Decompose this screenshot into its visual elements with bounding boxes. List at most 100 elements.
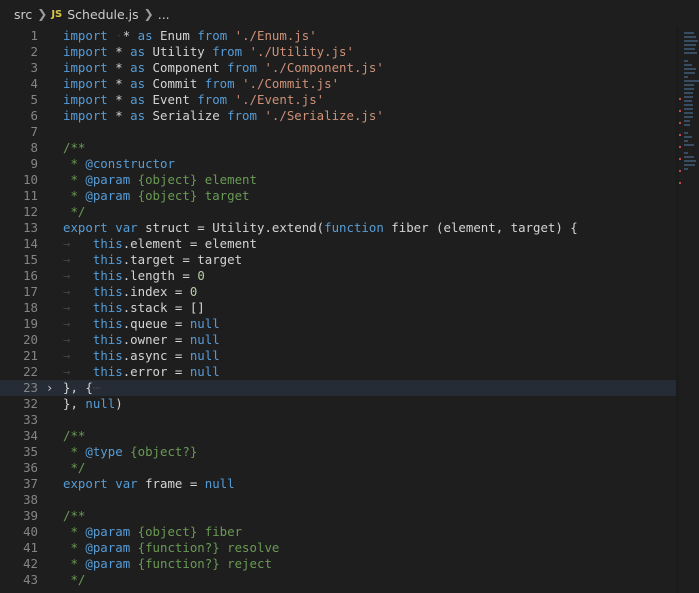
line-number: 36 (23, 460, 38, 475)
minimap-line (684, 144, 694, 146)
code-text: * @param {function?} reject (63, 556, 272, 571)
line-number: 1 (30, 28, 38, 43)
code-line[interactable]: 3 import * as Component from './Component… (0, 60, 676, 76)
minimap-line (684, 40, 698, 42)
code-line[interactable]: 16 → this.length = 0 (0, 268, 676, 284)
breadcrumb: src ❯ JS Schedule.js ❯ ... (0, 0, 699, 28)
minimap-line (684, 168, 688, 170)
code-text: * @param {object} element (63, 172, 257, 187)
code-line[interactable]: 39 /** (0, 508, 676, 524)
minimap-line (684, 44, 696, 46)
line-number: 5 (30, 92, 38, 107)
code-line[interactable]: 43 */ (0, 572, 676, 588)
code-line[interactable]: 33 (0, 412, 676, 428)
minimap[interactable] (679, 28, 699, 228)
code-line[interactable]: 37 export var frame = null (0, 476, 676, 492)
code-line[interactable]: 12 */ (0, 204, 676, 220)
code-line[interactable]: 17 → this.index = 0 (0, 284, 676, 300)
minimap-marker (679, 170, 681, 172)
code-text: /** (63, 508, 86, 523)
code-line[interactable]: 20 → this.owner = null (0, 332, 676, 348)
code-text: → this.index = 0 (63, 284, 198, 299)
line-number: 9 (30, 156, 38, 171)
minimap-line (684, 104, 693, 106)
line-number: 12 (23, 204, 38, 219)
code-line[interactable]: 10 * @param {object} element (0, 172, 676, 188)
code-line[interactable]: 4 import * as Commit from './Commit.js' (0, 76, 676, 92)
line-number: 21 (23, 348, 38, 363)
line-number: 20 (23, 332, 38, 347)
code-line[interactable]: 38 (0, 492, 676, 508)
line-number: 42 (23, 556, 38, 571)
code-line[interactable]: 23 › }, {⋯ (0, 380, 676, 396)
breadcrumb-folder[interactable]: src (14, 7, 32, 22)
breadcrumb-symbols[interactable]: ... (158, 7, 170, 22)
code-line[interactable]: 14 → this.element = element (0, 236, 676, 252)
code-line[interactable]: 42 * @param {function?} reject (0, 556, 676, 572)
code-line[interactable]: 8 /** (0, 140, 676, 156)
code-text: import * as Utility from './Utility.js' (63, 44, 354, 59)
code-text: * @type {object?} (63, 444, 198, 459)
javascript-file-icon: JS (51, 8, 63, 20)
code-editor[interactable]: 1 import ·* as Enum from './Enum.js' 2 impo… (0, 28, 699, 593)
code-line[interactable]: 11 * @param {object} target (0, 188, 676, 204)
minimap-line (684, 92, 693, 94)
minimap-line (684, 156, 694, 158)
minimap-line (684, 52, 697, 54)
line-number: 39 (23, 508, 38, 523)
line-number: 41 (23, 540, 38, 555)
minimap-line (684, 68, 696, 70)
code-line[interactable]: 22 → this.error = null (0, 364, 676, 380)
code-text: * @param {object} target (63, 188, 250, 203)
code-line[interactable]: 21 → this.async = null (0, 348, 676, 364)
minimap-line (684, 152, 688, 154)
line-number: 16 (23, 268, 38, 283)
breadcrumb-file[interactable]: Schedule.js (67, 7, 138, 22)
code-text: → this.stack = [] (63, 300, 205, 315)
code-line[interactable]: 18 → this.stack = [] (0, 300, 676, 316)
code-line[interactable]: 6 import * as Serialize from './Serialize… (0, 108, 676, 124)
code-text: import * as Event from './Event.js' (63, 92, 325, 107)
minimap-line (684, 120, 690, 122)
code-line[interactable]: 13 export var struct = Utility.extend(fun… (0, 220, 676, 236)
minimap-line (684, 136, 692, 138)
minimap-marker (679, 122, 681, 124)
code-line[interactable]: 32}, null) (0, 396, 676, 412)
minimap-marker (679, 110, 681, 112)
code-line[interactable]: 15 → this.target = target (0, 252, 676, 268)
minimap-line (684, 60, 688, 62)
minimap-marker (679, 158, 681, 160)
line-number: 15 (23, 252, 38, 267)
fold-chevron-icon[interactable]: › (46, 380, 53, 396)
code-text: import * as Serialize from './Serialize.… (63, 108, 384, 123)
code-text: * @param {function?} resolve (63, 540, 280, 555)
line-number: 38 (23, 492, 38, 507)
minimap-line (684, 160, 696, 162)
code-line[interactable]: 35 * @type {object?} (0, 444, 676, 460)
code-line[interactable]: 40 * @param {object} fiber (0, 524, 676, 540)
line-number: 13 (23, 220, 38, 235)
minimap-line (684, 64, 692, 66)
code-text: import ·* as Enum from './Enum.js' (63, 28, 317, 43)
line-number: 35 (23, 444, 38, 459)
code-text: * @constructor (63, 156, 175, 171)
code-line[interactable]: 2 import * as Utility from './Utility.js' (0, 44, 676, 60)
code-line[interactable]: 41 * @param {function?} resolve (0, 540, 676, 556)
minimap-line (684, 140, 688, 142)
minimap-line (684, 132, 688, 134)
code-line[interactable]: 5 import * as Event from './Event.js' (0, 92, 676, 108)
code-line[interactable]: 7 (0, 124, 676, 140)
code-text: → this.length = 0 (63, 268, 205, 283)
code-line[interactable]: 36 */ (0, 460, 676, 476)
code-text: }, {⋯ (63, 380, 101, 395)
minimap-line (684, 72, 695, 74)
line-number: 23 (23, 380, 38, 395)
code-line[interactable]: 34 /** (0, 428, 676, 444)
minimap-line (684, 116, 693, 118)
minimap-marker (679, 134, 681, 136)
code-line[interactable]: 9 * @constructor (0, 156, 676, 172)
line-number: 22 (23, 364, 38, 379)
code-line[interactable]: 19 → this.queue = null (0, 316, 676, 332)
minimap-line (684, 112, 693, 114)
code-line[interactable]: 1 import ·* as Enum from './Enum.js' (0, 28, 676, 44)
